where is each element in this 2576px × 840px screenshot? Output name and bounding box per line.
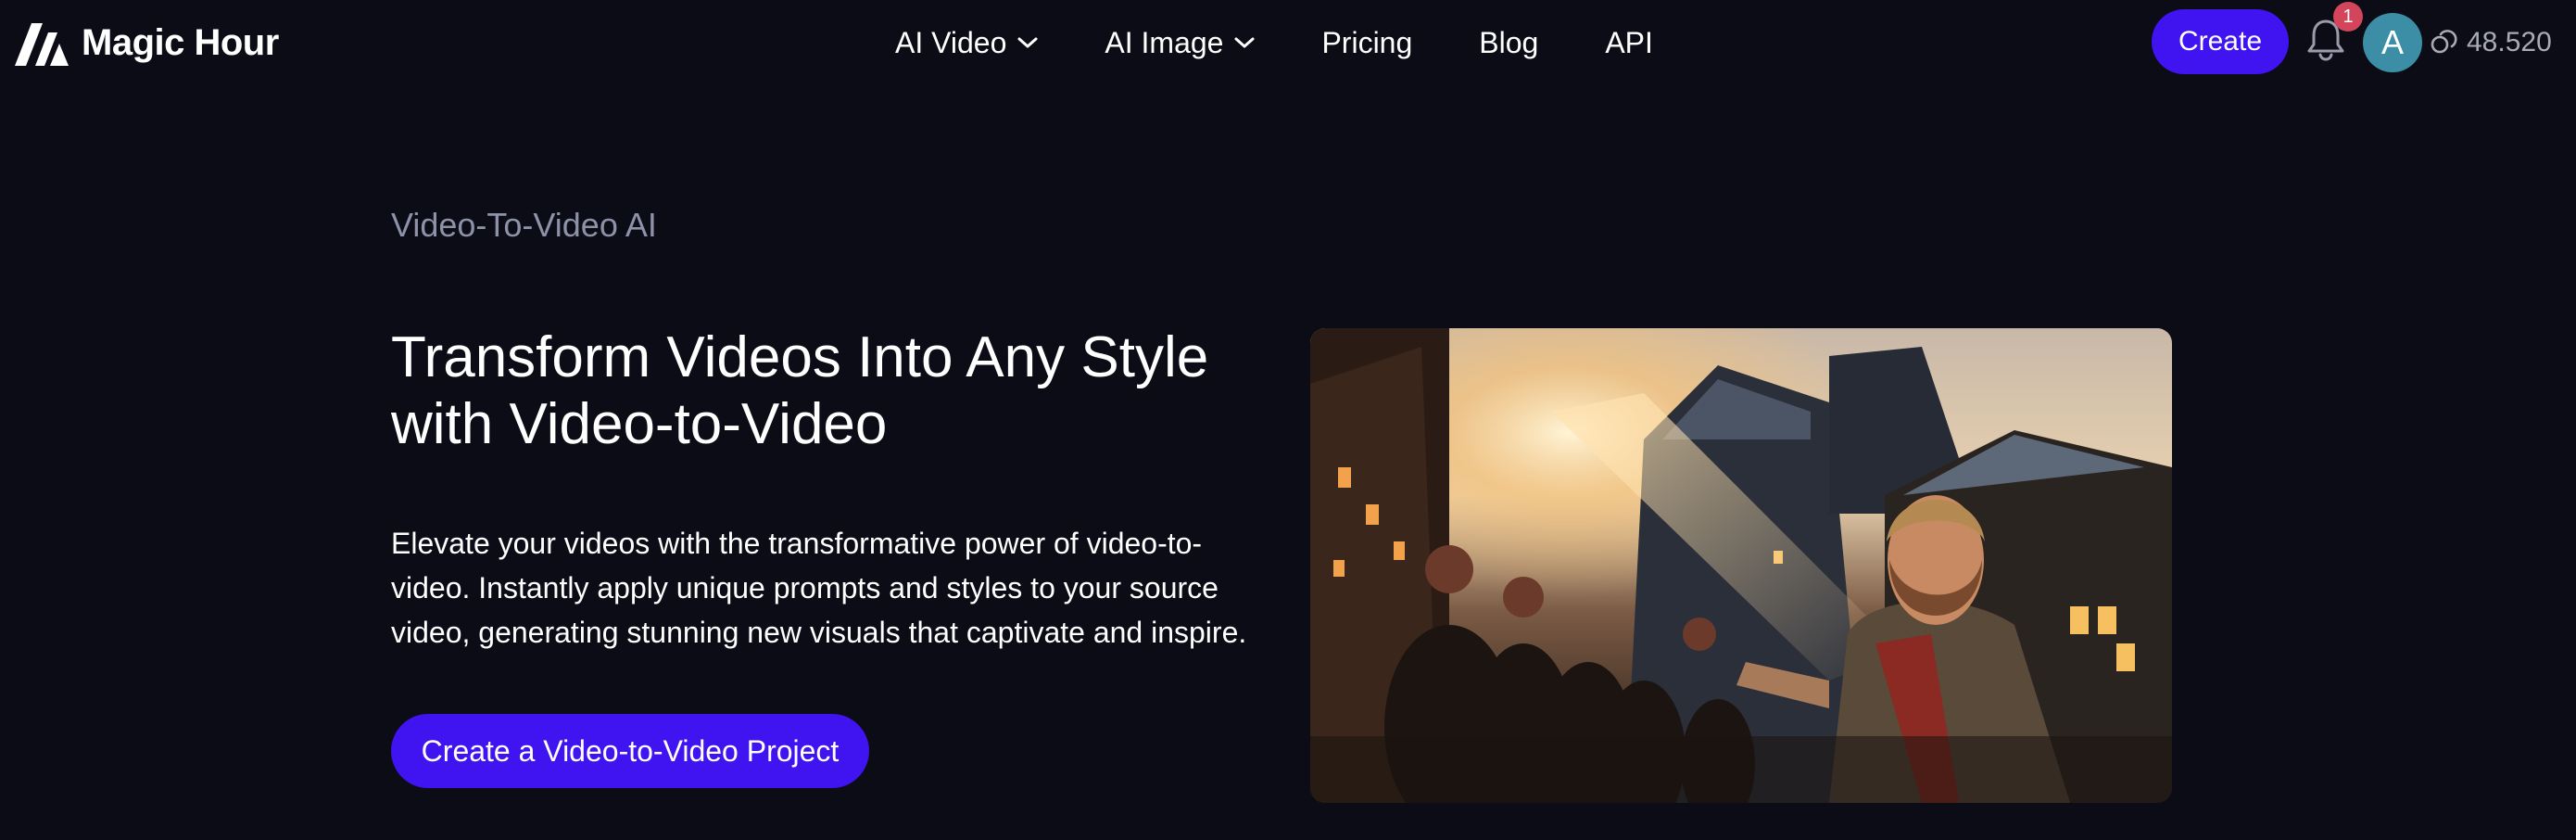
brand-name: Magic Hour [82,21,279,63]
coins-icon [2430,29,2457,57]
nav-item-blog[interactable]: Blog [1479,26,1538,60]
nav-item-ai-video[interactable]: AI Video [895,26,1038,60]
nav-item-pricing[interactable]: Pricing [1321,26,1412,60]
hero-example-video[interactable] [1310,328,2172,803]
chevron-down-icon [1234,36,1255,49]
nav-item-label: Pricing [1321,25,1413,59]
nav-item-label: Blog [1479,25,1539,59]
nav-item-label: AI Image [1105,25,1224,59]
brand-logo-link[interactable]: Magic Hour [15,17,279,69]
main-nav: AI Video AI Image Pricing Blog API [895,17,1653,69]
hero-title: Transform Videos Into Any Style with Vid… [391,325,1209,456]
notification-count-badge: 1 [2333,2,2363,32]
create-video-to-video-project-button[interactable]: Create a Video-to-Video Project [391,714,869,788]
nav-item-label: AI Video [895,25,1007,59]
nav-item-label: API [1605,25,1653,59]
nav-item-api[interactable]: API [1605,26,1653,60]
user-avatar[interactable]: A [2363,13,2422,72]
magic-hour-logo-icon [15,19,69,66]
page-eyebrow: Video-To-Video AI [391,206,657,244]
nav-item-ai-image[interactable]: AI Image [1105,26,1255,60]
create-button[interactable]: Create [2152,9,2289,74]
hero-description: Elevate your videos with the transformat… [391,527,1247,649]
credits-value: 48.520 [2467,27,2552,57]
top-navigation-bar: Magic Hour AI Video AI Image Pricing Blo… [0,0,2576,85]
chevron-down-icon [1017,36,1038,49]
credits-balance[interactable]: 48.520 [2430,20,2552,65]
